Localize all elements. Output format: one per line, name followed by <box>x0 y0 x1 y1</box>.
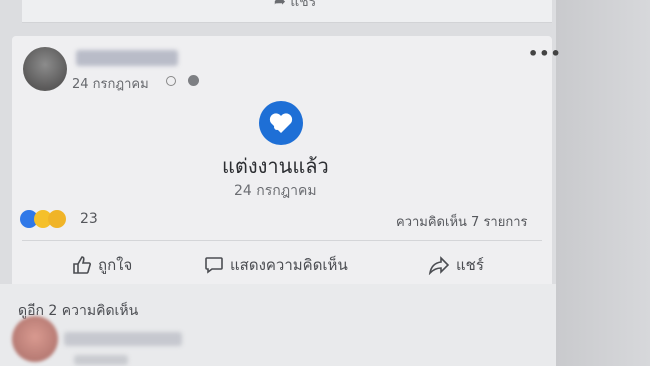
more-options-icon[interactable]: ••• <box>528 44 562 63</box>
commenter-name-blurred[interactable] <box>64 332 182 346</box>
background-right <box>556 0 650 366</box>
globe-icon <box>188 75 199 86</box>
wow-reaction-icon <box>48 210 66 228</box>
share-icon <box>428 256 450 275</box>
post-date[interactable]: 24 กรกฎาคม <box>72 73 149 94</box>
previous-post-footer: ➦ แชร์ <box>22 0 552 23</box>
avatar[interactable] <box>23 47 67 91</box>
life-event-date: 24 กรกฎาคม <box>234 183 317 199</box>
comment-text-blurred <box>74 355 128 365</box>
share-button[interactable]: แชร์ <box>428 253 484 277</box>
heart-icon <box>259 101 303 145</box>
thumbs-up-icon <box>73 256 91 274</box>
comment-button[interactable]: แสดงความคิดเห็น <box>204 253 348 277</box>
share-icon: ➦ <box>274 0 291 10</box>
commenter-avatar[interactable] <box>12 316 58 362</box>
comments-section <box>0 284 556 366</box>
divider <box>22 240 542 241</box>
previous-share-button[interactable]: ➦ แชร์ <box>274 0 316 13</box>
author-name-blurred[interactable] <box>76 50 178 66</box>
comment-icon <box>205 257 223 274</box>
life-event-title: แต่งงานแล้ว <box>222 154 329 178</box>
clock-icon <box>166 76 176 86</box>
reaction-count[interactable]: 23 <box>80 211 98 227</box>
like-button[interactable]: ถูกใจ <box>72 253 132 277</box>
reaction-icons[interactable] <box>20 210 80 230</box>
comments-count[interactable]: ความคิดเห็น 7 รายการ <box>396 211 528 232</box>
